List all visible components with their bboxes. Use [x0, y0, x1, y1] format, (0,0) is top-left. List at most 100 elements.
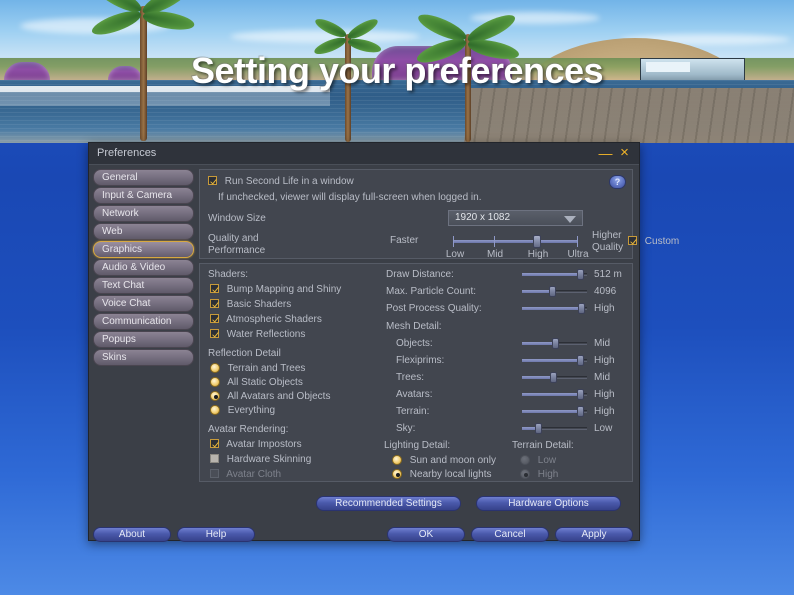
glass-pane: [646, 62, 690, 72]
sidebar-item-general[interactable]: General: [93, 169, 194, 186]
shader-option-basic-shaders[interactable]: Basic Shaders: [210, 299, 291, 310]
sidebar-item-text-chat[interactable]: Text Chat: [93, 277, 194, 294]
everything-radio[interactable]: [210, 405, 220, 415]
sidebar-item-communication[interactable]: Communication: [93, 313, 194, 330]
terrain-trees-radio[interactable]: [210, 363, 220, 373]
window-size-label: Window Size: [208, 213, 266, 224]
slider-knob[interactable]: [535, 423, 542, 434]
slider-fill: [522, 290, 552, 293]
bump-mapping-label: Bump Mapping and Shiny: [226, 284, 342, 295]
quality-label-line2: Performance: [208, 245, 266, 256]
graphics-detail-panel: Shaders: Bump Mapping and Shiny Basic Sh…: [199, 263, 633, 482]
lighting-option-nearby-local-lights[interactable]: Nearby local lights: [392, 469, 492, 480]
slider-knob[interactable]: [533, 235, 541, 248]
terrain-value: High: [594, 406, 615, 417]
sidebar-item-audio-video[interactable]: Audio & Video: [93, 259, 194, 276]
sidebar-item-input-camera[interactable]: Input & Camera: [93, 187, 194, 204]
reflection-detail-heading: Reflection Detail: [208, 348, 281, 359]
basic-shaders-checkbox[interactable]: [210, 299, 219, 308]
terrain-low-label: Low: [537, 455, 557, 466]
slider-knob[interactable]: [550, 372, 557, 383]
slider-knob[interactable]: [578, 303, 585, 314]
sidebar-item-popups[interactable]: Popups: [93, 331, 194, 348]
help-button[interactable]: Help: [177, 527, 255, 542]
avatar-option-impostors[interactable]: Avatar Impostors: [210, 439, 302, 450]
hardware-skinning-checkbox[interactable]: [210, 454, 219, 463]
flexiprims-slider[interactable]: [522, 355, 587, 366]
slider-knob[interactable]: [577, 406, 584, 417]
quality-tick-high: High: [527, 249, 549, 260]
draw-distance-slider[interactable]: [522, 269, 587, 280]
max-particle-count-label: Max. Particle Count:: [386, 286, 477, 297]
slider-fill: [522, 393, 580, 396]
minimize-icon[interactable]: —: [598, 145, 613, 161]
reflection-option-everything[interactable]: Everything: [210, 405, 275, 416]
terrain-label: Terrain:: [396, 406, 430, 417]
max-particle-count-slider[interactable]: [522, 286, 587, 297]
all-static-objects-radio[interactable]: [210, 377, 220, 387]
close-icon[interactable]: ×: [617, 145, 632, 161]
sun-moon-only-label: Sun and moon only: [409, 455, 496, 466]
avatar-impostors-checkbox[interactable]: [210, 439, 219, 448]
sidebar-item-voice-chat[interactable]: Voice Chat: [93, 295, 194, 312]
sidebar-item-web[interactable]: Web: [93, 223, 194, 240]
sky-slider[interactable]: [522, 423, 587, 434]
terrain-option-low: Low: [520, 455, 556, 466]
reflection-option-all-avatars-and-objects[interactable]: All Avatars and Objects: [210, 391, 330, 402]
sidebar-item-skins[interactable]: Skins: [93, 349, 194, 366]
slider-knob[interactable]: [577, 269, 584, 280]
cancel-button[interactable]: Cancel: [471, 527, 549, 542]
slider-track: [453, 240, 578, 243]
slider-tick: [577, 236, 578, 247]
quality-tick-mid: Mid: [486, 249, 504, 260]
nearby-local-lights-radio[interactable]: [392, 469, 402, 479]
sidebar-item-network[interactable]: Network: [93, 205, 194, 222]
custom-label: Custom: [644, 236, 680, 247]
help-icon[interactable]: ?: [609, 175, 626, 189]
slider-tick: [453, 236, 454, 247]
recommended-settings-button[interactable]: Recommended Settings: [316, 496, 461, 511]
lighting-option-sun-and-moon-only[interactable]: Sun and moon only: [392, 455, 496, 466]
slider-fill: [522, 342, 555, 345]
slider-tick: [494, 236, 495, 247]
bump-mapping-checkbox[interactable]: [210, 284, 219, 293]
shader-option-bump-mapping[interactable]: Bump Mapping and Shiny: [210, 284, 341, 295]
sun-moon-only-radio[interactable]: [392, 455, 402, 465]
quality-performance-slider[interactable]: Low Mid High Ultra: [446, 235, 589, 260]
nearby-local-lights-label: Nearby local lights: [409, 469, 492, 480]
run-in-window-checkbox[interactable]: [208, 176, 217, 185]
trees-slider[interactable]: [522, 372, 587, 383]
higher-quality-line2: Quality: [592, 242, 624, 253]
custom-checkbox[interactable]: [628, 236, 637, 245]
window-title: Preferences: [97, 147, 157, 159]
palm-trunk: [345, 34, 351, 142]
about-button[interactable]: About: [93, 527, 171, 542]
sidebar-item-graphics[interactable]: Graphics: [93, 241, 194, 258]
slider-fill: [522, 273, 580, 276]
all-avatars-objects-radio[interactable]: [210, 391, 220, 401]
apply-button[interactable]: Apply: [555, 527, 633, 542]
post-process-quality-slider[interactable]: [522, 303, 587, 314]
shader-option-water-reflections[interactable]: Water Reflections: [210, 329, 305, 340]
window-title-bar[interactable]: Preferences — ×: [89, 143, 639, 165]
slider-knob[interactable]: [552, 338, 559, 349]
atmospheric-shaders-checkbox[interactable]: [210, 314, 219, 323]
objects-slider[interactable]: [522, 338, 587, 349]
window-size-dropdown[interactable]: 1920 x 1082: [448, 210, 583, 226]
avatar-rendering-heading: Avatar Rendering:: [208, 424, 289, 435]
slider-knob[interactable]: [577, 355, 584, 366]
trees-label: Trees:: [396, 372, 424, 383]
avatars-value: High: [594, 389, 615, 400]
slider-knob[interactable]: [549, 286, 556, 297]
slider-knob[interactable]: [577, 389, 584, 400]
avatar-option-hardware-skinning[interactable]: Hardware Skinning: [210, 454, 311, 465]
water-reflections-checkbox[interactable]: [210, 329, 219, 338]
run-in-window-label: Run Second Life in a window: [224, 176, 354, 187]
hardware-options-button[interactable]: Hardware Options: [476, 496, 621, 511]
avatars-slider[interactable]: [522, 389, 587, 400]
reflection-option-all-static-objects[interactable]: All Static Objects: [210, 377, 303, 388]
reflection-option-terrain-and-trees[interactable]: Terrain and Trees: [210, 363, 305, 374]
terrain-slider[interactable]: [522, 406, 587, 417]
shader-option-atmospheric-shaders[interactable]: Atmospheric Shaders: [210, 314, 322, 325]
ok-button[interactable]: OK: [387, 527, 465, 542]
